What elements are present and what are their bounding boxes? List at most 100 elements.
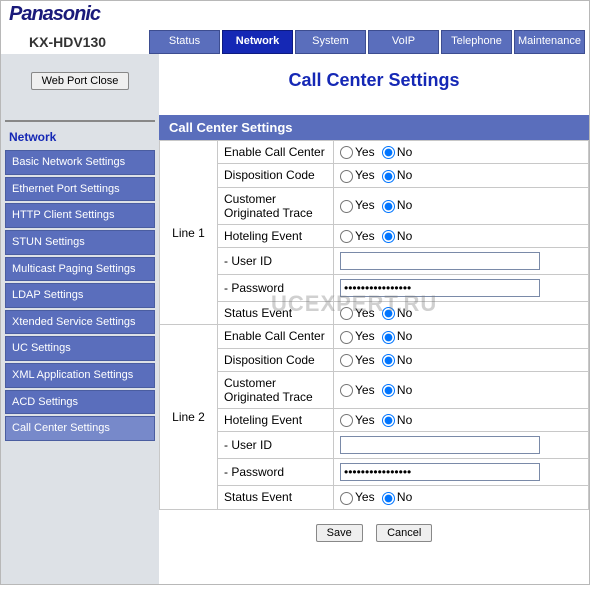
radio-yes-enable_call_center[interactable] bbox=[340, 146, 353, 159]
field-enable_call_center: Yes No bbox=[334, 325, 589, 348]
radio-no-disposition_code[interactable] bbox=[382, 170, 395, 183]
radio-yes-customer_originated_trace[interactable] bbox=[340, 384, 353, 397]
radio-yes-hoteling_event[interactable] bbox=[340, 230, 353, 243]
tab-telephone[interactable]: Telephone bbox=[441, 30, 512, 54]
radio-yes-label: Yes bbox=[355, 329, 375, 343]
label-disposition_code: Disposition Code bbox=[218, 164, 334, 187]
label-password: - Password bbox=[218, 274, 334, 301]
radio-no-label: No bbox=[397, 229, 412, 243]
sidebar-separator bbox=[5, 120, 155, 122]
sidebar-item-http-client-settings[interactable]: HTTP Client Settings bbox=[5, 203, 155, 228]
radio-no-label: No bbox=[397, 353, 412, 367]
radio-yes-label: Yes bbox=[355, 229, 375, 243]
password-input-line1[interactable] bbox=[340, 279, 540, 297]
radio-yes-label: Yes bbox=[355, 168, 375, 182]
sidebar-item-call-center-settings[interactable]: Call Center Settings bbox=[5, 416, 155, 441]
radio-no-label: No bbox=[397, 145, 412, 159]
sidebar-title: Network bbox=[1, 130, 159, 150]
radio-no-hoteling_event[interactable] bbox=[382, 230, 395, 243]
radio-yes-label: Yes bbox=[355, 145, 375, 159]
sidebar-nav: Basic Network SettingsEthernet Port Sett… bbox=[1, 150, 159, 441]
label-hoteling_event: Hoteling Event bbox=[218, 224, 334, 247]
model-label: KX-HDV130 bbox=[1, 30, 149, 54]
radio-no-label: No bbox=[397, 306, 412, 320]
label-customer_originated_trace: Customer Originated Trace bbox=[218, 371, 334, 408]
radio-no-label: No bbox=[397, 413, 412, 427]
field-status_event: Yes No bbox=[334, 486, 589, 509]
radio-yes-label: Yes bbox=[355, 383, 375, 397]
save-button[interactable]: Save bbox=[316, 524, 363, 542]
section-header: Call Center Settings bbox=[159, 115, 589, 140]
radio-yes-disposition_code[interactable] bbox=[340, 170, 353, 183]
sidebar-item-xtended-service-settings[interactable]: Xtended Service Settings bbox=[5, 310, 155, 335]
radio-no-enable_call_center[interactable] bbox=[382, 146, 395, 159]
field-hoteling_event: Yes No bbox=[334, 408, 589, 431]
radio-no-hoteling_event[interactable] bbox=[382, 414, 395, 427]
tab-system[interactable]: System bbox=[295, 30, 366, 54]
field-enable_call_center: Yes No bbox=[334, 141, 589, 164]
radio-no-customer_originated_trace[interactable] bbox=[382, 200, 395, 213]
radio-no-customer_originated_trace[interactable] bbox=[382, 384, 395, 397]
sidebar-item-basic-network-settings[interactable]: Basic Network Settings bbox=[5, 150, 155, 175]
sidebar-item-xml-application-settings[interactable]: XML Application Settings bbox=[5, 363, 155, 388]
line-label-2: Line 2 bbox=[160, 325, 218, 509]
web-port-close-button[interactable]: Web Port Close bbox=[31, 72, 130, 90]
label-password: - Password bbox=[218, 459, 334, 486]
radio-no-disposition_code[interactable] bbox=[382, 354, 395, 367]
userid-input-line2[interactable] bbox=[340, 436, 540, 454]
sidebar-item-acd-settings[interactable]: ACD Settings bbox=[5, 390, 155, 415]
radio-yes-label: Yes bbox=[355, 490, 375, 504]
label-status_event: Status Event bbox=[218, 301, 334, 324]
tab-maintenance[interactable]: Maintenance bbox=[514, 30, 585, 54]
radio-no-status_event[interactable] bbox=[382, 307, 395, 320]
main-content: Call Center Settings Call Center Setting… bbox=[159, 54, 589, 584]
radio-yes-enable_call_center[interactable] bbox=[340, 331, 353, 344]
settings-table: Line 1Enable Call CenterYes NoDispositio… bbox=[159, 140, 589, 510]
line-label-1: Line 1 bbox=[160, 141, 218, 325]
field-customer_originated_trace: Yes No bbox=[334, 187, 589, 224]
field-disposition_code: Yes No bbox=[334, 164, 589, 187]
radio-yes-label: Yes bbox=[355, 198, 375, 212]
field-status_event: Yes No bbox=[334, 301, 589, 324]
radio-yes-status_event[interactable] bbox=[340, 307, 353, 320]
top-tabs: StatusNetworkSystemVoIPTelephoneMaintena… bbox=[149, 30, 589, 54]
label-customer_originated_trace: Customer Originated Trace bbox=[218, 187, 334, 224]
sidebar: Web Port Close Network Basic Network Set… bbox=[1, 54, 159, 584]
userid-input-line1[interactable] bbox=[340, 252, 540, 270]
sidebar-item-ldap-settings[interactable]: LDAP Settings bbox=[5, 283, 155, 308]
radio-yes-label: Yes bbox=[355, 353, 375, 367]
radio-no-enable_call_center[interactable] bbox=[382, 331, 395, 344]
label-hoteling_event: Hoteling Event bbox=[218, 408, 334, 431]
sidebar-item-stun-settings[interactable]: STUN Settings bbox=[5, 230, 155, 255]
label-user_id: - User ID bbox=[218, 247, 334, 274]
field-hoteling_event: Yes No bbox=[334, 224, 589, 247]
label-user_id: - User ID bbox=[218, 432, 334, 459]
label-disposition_code: Disposition Code bbox=[218, 348, 334, 371]
label-enable_call_center: Enable Call Center bbox=[218, 141, 334, 164]
radio-yes-disposition_code[interactable] bbox=[340, 354, 353, 367]
radio-yes-hoteling_event[interactable] bbox=[340, 414, 353, 427]
radio-yes-label: Yes bbox=[355, 413, 375, 427]
radio-yes-status_event[interactable] bbox=[340, 492, 353, 505]
sidebar-item-multicast-paging-settings[interactable]: Multicast Paging Settings bbox=[5, 257, 155, 282]
sidebar-item-ethernet-port-settings[interactable]: Ethernet Port Settings bbox=[5, 177, 155, 202]
tab-network[interactable]: Network bbox=[222, 30, 293, 54]
radio-no-label: No bbox=[397, 168, 412, 182]
radio-no-label: No bbox=[397, 383, 412, 397]
cancel-button[interactable]: Cancel bbox=[376, 524, 432, 542]
radio-no-label: No bbox=[397, 198, 412, 212]
radio-no-label: No bbox=[397, 329, 412, 343]
field-customer_originated_trace: Yes No bbox=[334, 371, 589, 408]
brand-logo: Panasonic bbox=[9, 1, 100, 26]
radio-yes-customer_originated_trace[interactable] bbox=[340, 200, 353, 213]
page-title: Call Center Settings bbox=[159, 54, 589, 115]
sidebar-item-uc-settings[interactable]: UC Settings bbox=[5, 336, 155, 361]
password-input-line2[interactable] bbox=[340, 463, 540, 481]
label-status_event: Status Event bbox=[218, 486, 334, 509]
field-disposition_code: Yes No bbox=[334, 348, 589, 371]
radio-no-status_event[interactable] bbox=[382, 492, 395, 505]
tab-status[interactable]: Status bbox=[149, 30, 220, 54]
tab-voip[interactable]: VoIP bbox=[368, 30, 439, 54]
radio-no-label: No bbox=[397, 490, 412, 504]
radio-yes-label: Yes bbox=[355, 306, 375, 320]
